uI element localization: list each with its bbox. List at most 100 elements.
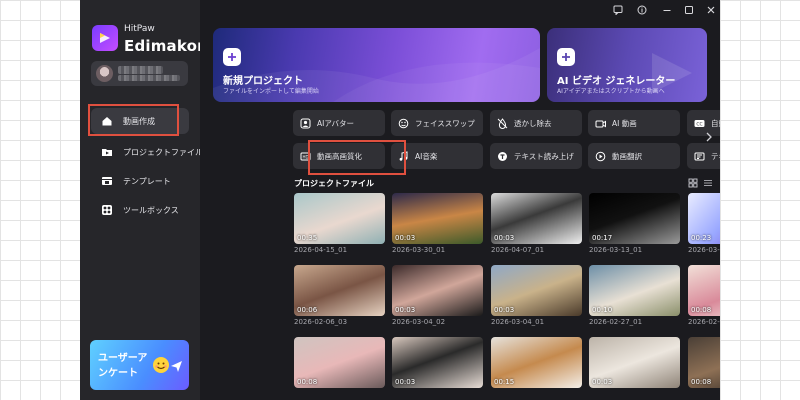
card-subtitle: AIアイデアまたはスクリプトから動画へ (557, 88, 665, 95)
project-duration: 00:03 (395, 234, 416, 242)
project-duration: 00:03 (494, 306, 515, 314)
home-icon (101, 115, 113, 127)
project-thumbnail[interactable]: 00:06 (294, 265, 385, 316)
project-thumbnail[interactable]: 00:15 (491, 337, 582, 388)
sidebar-item-templates[interactable]: テンプレート (91, 168, 189, 194)
info-icon[interactable] (636, 4, 648, 16)
project-thumbnail[interactable]: 00:03 (589, 337, 680, 388)
project-duration: 00:03 (395, 306, 416, 314)
project-name: 2026-04-07_01 (491, 246, 545, 254)
face-swap-icon (398, 118, 409, 129)
project-name: 2026-02-27_01 (589, 318, 643, 326)
tool-label: テキスト読み上げ (514, 151, 574, 161)
sidebar-item-label: ツールボックス (123, 205, 179, 215)
tool-text-to-speech[interactable]: テキスト読み上げ (490, 143, 582, 169)
tool-video-translation[interactable]: 動画翻訳 (588, 143, 680, 169)
project-duration: 00:08 (691, 378, 712, 386)
ai-video-icon (595, 118, 606, 129)
account-name-redacted (118, 66, 163, 74)
enhance-icon: HD (300, 151, 311, 162)
project-duration: 00:15 (494, 378, 515, 386)
project-thumbnail[interactable]: 00:03 (392, 337, 483, 388)
project-duration: 00:03 (395, 378, 416, 386)
tts-icon (497, 151, 508, 162)
tool-label: 動画翻訳 (612, 151, 642, 161)
tool-ai-music[interactable]: AI音楽 (391, 143, 483, 169)
project-duration: 00:17 (592, 234, 613, 242)
project-thumbnail[interactable]: 00:17 (589, 193, 680, 244)
minimize-icon[interactable] (661, 4, 673, 16)
project-duration: 00:10 (592, 306, 613, 314)
list-view-icon[interactable] (703, 178, 713, 188)
template-icon (101, 175, 113, 187)
project-name: 2026-03-27_01 (688, 246, 720, 254)
project-name: 2026-03-04_02 (392, 318, 446, 326)
brand-product: Edimakor (124, 37, 205, 55)
ai-video-generator-card[interactable]: AI ビデオ ジェネレーター AIアイデアまたはスクリプトから動画へ (547, 28, 707, 102)
project-thumbnail[interactable]: 00:03 (392, 265, 483, 316)
tool-video-enhance[interactable]: HD 動画高画質化 (293, 143, 385, 169)
sidebar-item-label: 動画作成 (123, 116, 155, 126)
project-thumbnail[interactable]: 00:03 (491, 265, 582, 316)
sidebar-item-project-files[interactable]: プロジェクトファイル (91, 139, 203, 165)
app-window: HitPaw Edimakor 動画作成 プロジェクトファイル テンプレート ツ… (80, 0, 720, 400)
folder-icon (101, 146, 113, 158)
project-duration: 00:03 (494, 234, 515, 242)
scroll-right-icon[interactable] (704, 130, 714, 144)
tool-ai-video[interactable]: AI 動画 (588, 110, 680, 136)
plus-icon (223, 48, 241, 66)
close-icon[interactable] (705, 4, 717, 16)
subtitle-icon: CC (694, 118, 705, 129)
sidebar: HitPaw Edimakor 動画作成 プロジェクトファイル テンプレート ツ… (80, 0, 205, 400)
project-name: 2026-02-26_02 (688, 318, 720, 326)
project-thumbnail[interactable]: 00:08 (294, 337, 385, 388)
survey-banner-line2: ンケート (98, 368, 138, 379)
tool-ai-avatar[interactable]: AIアバター (293, 110, 385, 136)
plus-icon (557, 48, 575, 66)
sidebar-item-label: テンプレート (123, 176, 171, 186)
tool-label: AIアバター (317, 118, 355, 128)
account-button[interactable] (91, 61, 188, 86)
tool-label: テキスト編集 (711, 151, 720, 161)
tool-face-swap[interactable]: フェイススワップ (391, 110, 483, 136)
project-thumbnail[interactable]: 00:08 (688, 265, 720, 316)
tool-text-edit[interactable]: テキスト編集 (687, 143, 720, 169)
project-duration: 00:08 (691, 306, 712, 314)
project-thumbnail[interactable]: 00:35 (294, 193, 385, 244)
maximize-icon[interactable] (683, 4, 695, 16)
project-duration: 00:35 (297, 234, 318, 242)
project-thumbnail[interactable]: 00:03 (491, 193, 582, 244)
translate-icon (595, 151, 606, 162)
project-duration: 00:06 (297, 306, 318, 314)
sidebar-item-create-video[interactable]: 動画作成 (91, 108, 189, 134)
text-edit-icon (694, 151, 705, 162)
account-email-redacted (118, 75, 180, 81)
sidebar-item-toolbox[interactable]: ツールボックス (91, 197, 189, 223)
projects-section-title: プロジェクトファイル (294, 179, 374, 188)
new-project-card[interactable]: 新規プロジェクト ファイルをインポートして編集開始 (213, 28, 540, 102)
tool-label: AI 動画 (612, 118, 637, 128)
toolbox-icon (101, 204, 113, 216)
project-duration: 00:08 (297, 378, 318, 386)
main-panel: 新規プロジェクト ファイルをインポートして編集開始 AI ビデオ ジェネレーター… (200, 0, 720, 400)
project-duration: 00:23 (691, 234, 712, 242)
smile-emoji-icon (153, 357, 169, 373)
survey-banner[interactable]: ユーザーア ンケート (90, 340, 189, 390)
send-icon (171, 361, 182, 372)
project-thumbnail[interactable]: 00:23 (688, 193, 720, 244)
grid-view-icon[interactable] (688, 178, 698, 188)
project-thumbnail[interactable]: 00:03 (392, 193, 483, 244)
tool-label: フェイススワップ (415, 118, 475, 128)
card-subtitle: ファイルをインポートして編集開始 (223, 88, 319, 95)
project-thumbnail[interactable]: 00:08 (688, 337, 720, 388)
tool-watermark-removal[interactable]: 透かし除去 (490, 110, 582, 136)
sidebar-item-label: プロジェクトファイル (123, 147, 203, 157)
tool-label: AI音楽 (415, 151, 438, 161)
feedback-icon[interactable] (612, 4, 624, 16)
project-thumbnail[interactable]: 00:10 (589, 265, 680, 316)
svg-text:HD: HD (302, 154, 308, 159)
card-title: 新規プロジェクト (223, 76, 303, 87)
music-icon (398, 150, 409, 162)
survey-banner-line1: ユーザーア (98, 353, 148, 364)
project-name: 2026-02-06_03 (294, 318, 348, 326)
